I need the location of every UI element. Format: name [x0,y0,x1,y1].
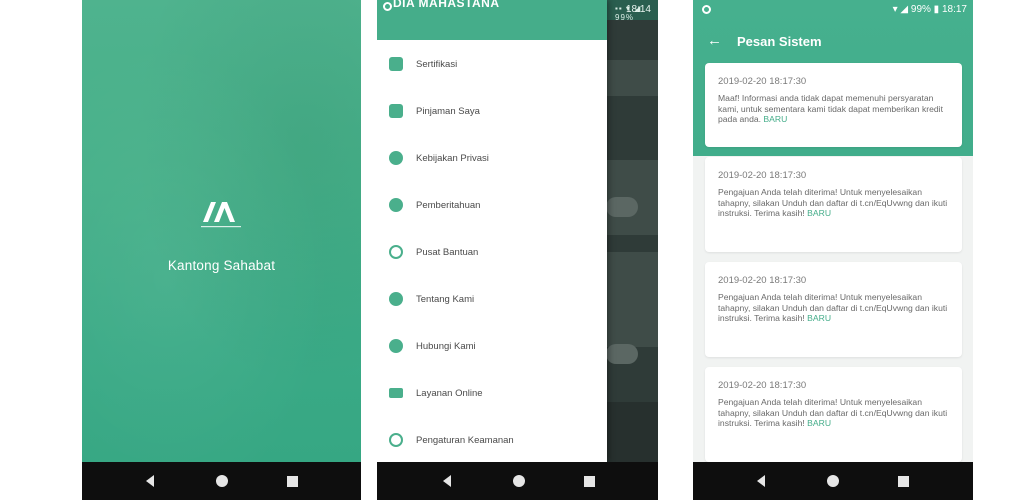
message-body: Maaf! Informasi anda tidak dapat memenuh… [718,93,943,125]
menu-item-label: Sertifikasi [416,58,458,70]
menu-item-label: Kebijakan Privasi [416,152,489,164]
recent-square-icon[interactable] [584,476,595,487]
loan-icon [389,104,403,118]
message-date: 2019-02-20 18:17:30 [718,76,807,87]
home-circle-icon[interactable] [216,475,228,487]
message-body: Pengajuan Anda telah diterima! Untuk men… [718,187,948,219]
menu-item-pusat-bantuan[interactable]: Pusat Bantuan [377,230,607,274]
new-badge: BARU [807,418,832,429]
message-body: Pengajuan Anda telah diterima! Untuk men… [718,397,948,429]
drawer-screen: ▪▪ ▾ ◢ 99% 18:14 DIA MAHASTANA Sertifika… [377,0,658,500]
back-triangle-icon[interactable] [443,475,451,487]
message-card[interactable]: 2019-02-20 18:17:30 Maaf! Informasi anda… [705,63,962,147]
app-bar: ← Pesan Sistem [693,30,973,54]
home-circle-icon[interactable] [513,475,525,487]
menu-item-sertifikasi[interactable]: Sertifikasi [377,42,607,86]
menu-item-kebijakan-privasi[interactable]: Kebijakan Privasi [377,136,607,180]
help-icon [389,245,403,259]
dimmed-content [606,0,658,462]
status-circle-icon [383,2,392,11]
status-bar: ▾ ◢ 99% ▮ 18:17 [693,0,973,20]
drawer-title: DIA MAHASTANA [393,0,500,10]
menu-item-pengaturan-keamanan[interactable]: Pengaturan Keamanan [377,418,607,462]
kantong-sahabat-logo-icon [201,202,241,228]
security-icon [389,433,403,447]
android-navbar [377,462,658,500]
screenshot-collage: Kantong Sahabat ▪▪ ▾ ◢ 99% 18:14 DIA MAH… [0,0,1024,500]
home-circle-icon[interactable] [827,475,839,487]
menu-item-pinjaman-saya[interactable]: Pinjaman Saya [377,89,607,133]
new-badge: BARU [807,208,832,219]
splash-background [82,0,361,462]
message-card[interactable]: 2019-02-20 18:17:30 Pengajuan Anda telah… [705,157,962,252]
menu-item-label: Layanan Online [416,387,483,399]
menu-item-layanan-online[interactable]: Layanan Online [377,371,607,415]
menu-item-label: Pinjaman Saya [416,105,480,117]
menu-item-tentang-kami[interactable]: Tentang Kami [377,277,607,321]
splash-screen: Kantong Sahabat [82,0,361,500]
message-date: 2019-02-20 18:17:30 [718,170,807,181]
about-icon [389,292,403,306]
menu-item-pemberitahuan[interactable]: Pemberitahuan [377,183,607,227]
message-date: 2019-02-20 18:17:30 [718,275,807,286]
message-text: Pengajuan Anda telah diterima! Untuk men… [718,292,949,324]
menu-item-label: Pemberitahuan [416,199,481,211]
message-text: Pengajuan Anda telah diterima! Untuk men… [718,187,949,219]
message-date: 2019-02-20 18:17:30 [718,380,807,391]
dimmed-pill [606,197,638,217]
app-name: Kantong Sahabat [167,258,276,273]
new-badge: BARU [763,114,788,125]
back-arrow-icon[interactable]: ← [707,33,722,48]
menu-item-label: Pusat Bantuan [416,246,479,258]
menu-item-label: Tentang Kami [416,293,475,305]
status-time: 18:14 [625,4,651,15]
page-title: Pesan Sistem [737,34,822,49]
status-text: ▾ ◢ 99% ▮ 18:17 [892,4,967,15]
recent-square-icon[interactable] [287,476,298,487]
menu-item-label: Pengaturan Keamanan [416,434,514,446]
messages-screen: ▾ ◢ 99% ▮ 18:17 ← Pesan Sistem 2019-02-2… [693,0,973,500]
contact-icon [389,339,403,353]
message-text: Pengajuan Anda telah diterima! Untuk men… [718,397,949,429]
status-circle-icon [702,5,711,14]
notification-icon [389,198,403,212]
recent-square-icon[interactable] [898,476,909,487]
chat-icon [389,388,403,398]
navigation-drawer: DIA MAHASTANA Sertifikasi Pinjaman Saya … [377,0,607,462]
certificate-icon [389,57,403,71]
dimmed-pill [606,344,638,364]
back-triangle-icon[interactable] [146,475,154,487]
menu-item-label: Hubungi Kami [416,340,476,352]
message-card[interactable]: 2019-02-20 18:17:30 Pengajuan Anda telah… [705,262,962,357]
message-text: Maaf! Informasi anda tidak dapat memenuh… [718,93,949,125]
drawer-header: DIA MAHASTANA [377,0,607,40]
android-navbar [693,462,973,500]
menu-item-hubungi-kami[interactable]: Hubungi Kami [377,324,607,368]
message-body: Pengajuan Anda telah diterima! Untuk men… [718,292,948,324]
back-triangle-icon[interactable] [757,475,765,487]
status-bar: ▪▪ ▾ ◢ 99% 18:14 [607,0,658,22]
new-badge: BARU [807,313,832,324]
privacy-icon [389,151,403,165]
message-card[interactable]: 2019-02-20 18:17:30 Pengajuan Anda telah… [705,367,962,462]
android-navbar [82,462,361,500]
